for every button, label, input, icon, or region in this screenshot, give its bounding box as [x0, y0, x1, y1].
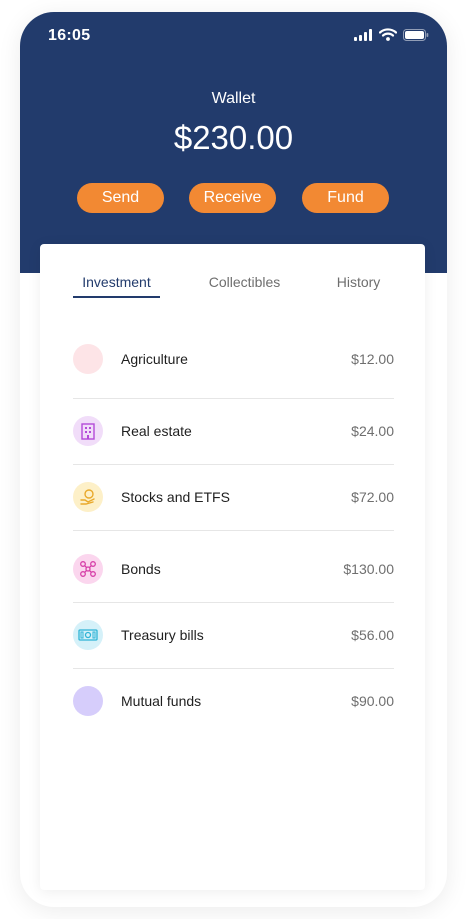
item-value: $12.00	[351, 351, 394, 367]
item-value: $56.00	[351, 627, 394, 643]
list-item[interactable]: Real estate $24.00	[73, 398, 394, 465]
signal-icon	[354, 28, 373, 46]
mutual-funds-icon	[73, 686, 103, 716]
item-label: Bonds	[121, 561, 161, 577]
fund-button[interactable]: Fund	[302, 183, 389, 213]
list-item[interactable]: Stocks and ETFS $72.00	[73, 464, 394, 531]
tab-collectibles[interactable]: Collectibles	[198, 274, 291, 290]
building-icon	[73, 416, 103, 446]
item-label: Stocks and ETFS	[121, 489, 230, 505]
status-icons	[354, 28, 429, 46]
receive-button[interactable]: Receive	[189, 183, 276, 213]
active-tab-indicator	[73, 296, 160, 298]
banknote-icon	[73, 620, 103, 650]
money-hand-icon	[73, 482, 103, 512]
phone-frame: 16:05 Wallet $230.00 Send Receive Fund I…	[20, 12, 447, 907]
wallet-actions: Send Receive Fund	[20, 183, 447, 213]
item-label: Agriculture	[121, 351, 188, 367]
wallet-balance: $230.00	[173, 119, 294, 156]
item-value: $72.00	[351, 489, 394, 505]
status-bar: 16:05	[20, 12, 447, 62]
item-value: $24.00	[351, 423, 394, 439]
tab-investment[interactable]: Investment	[73, 274, 160, 290]
wallet-header: 16:05 Wallet $230.00 Send Receive Fund	[20, 12, 447, 273]
item-label: Real estate	[121, 423, 192, 439]
item-value: $90.00	[351, 693, 394, 709]
item-label: Mutual funds	[121, 693, 202, 709]
battery-icon	[403, 28, 429, 46]
list-item[interactable]: Agriculture $12.00	[73, 320, 394, 399]
list-item[interactable]: Treasury bills $56.00	[73, 602, 394, 669]
item-label: Treasury bills	[121, 627, 204, 643]
send-button[interactable]: Send	[77, 183, 164, 213]
network-icon	[73, 554, 103, 584]
portfolio-card: Investment Collectibles History Agricult…	[40, 244, 425, 890]
list-item[interactable]: Mutual funds $90.00	[73, 668, 394, 734]
wifi-icon	[378, 28, 398, 46]
wallet-title: Wallet	[211, 90, 256, 107]
list-item[interactable]: Bonds $130.00	[73, 530, 394, 603]
status-time: 16:05	[48, 27, 91, 44]
tab-history[interactable]: History	[330, 274, 387, 290]
agriculture-icon	[73, 344, 103, 374]
item-value: $130.00	[343, 561, 394, 577]
